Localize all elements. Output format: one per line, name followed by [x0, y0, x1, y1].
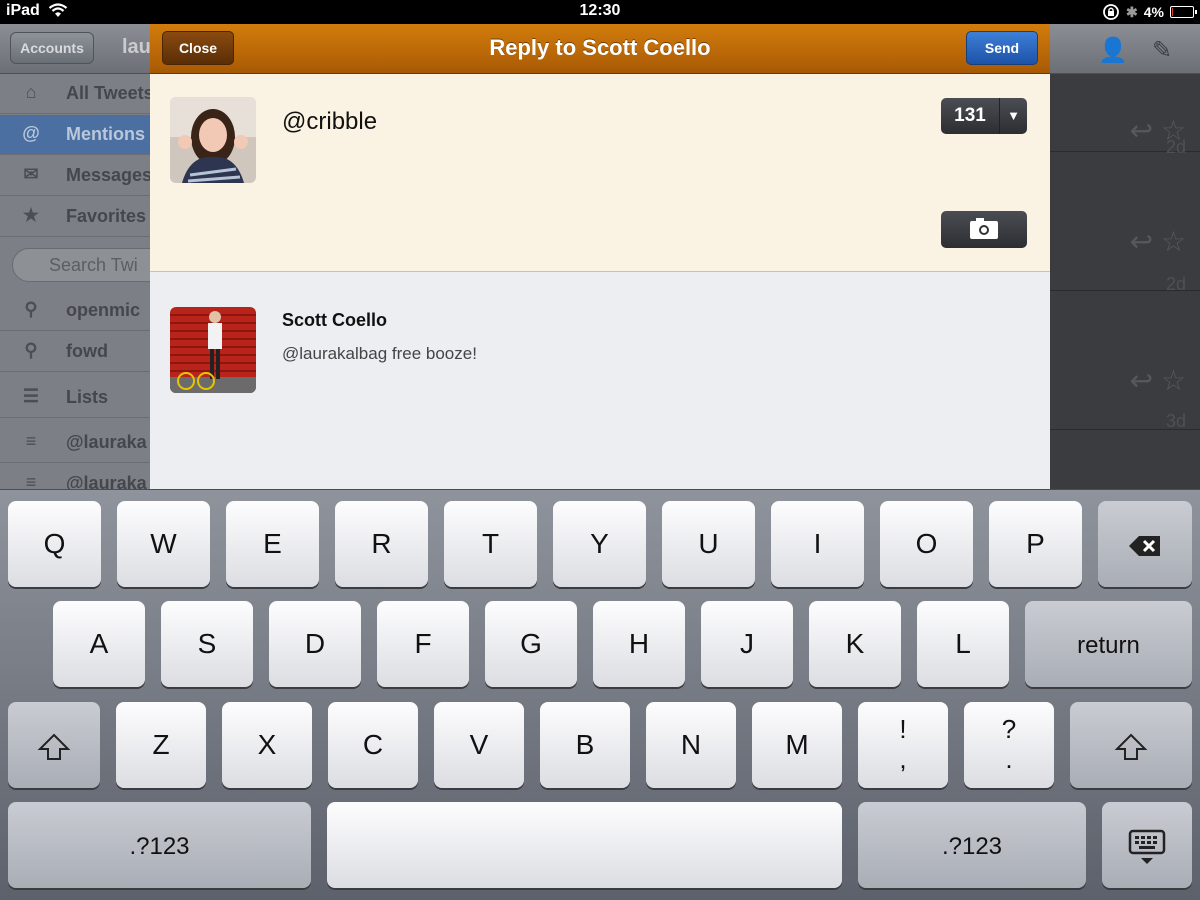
key-t[interactable]: T	[444, 501, 537, 587]
send-button[interactable]: Send	[966, 31, 1038, 65]
key-s[interactable]: S	[161, 601, 253, 687]
magnifier-icon: ⚲	[24, 299, 38, 319]
character-count: 131	[954, 105, 986, 126]
sidebar-item-favorites[interactable]: ★ Favorites	[0, 197, 150, 237]
character-count-button[interactable]: 131 ▼	[941, 98, 1027, 134]
original-tweet: Scott Coello @laurakalbag free booze!	[150, 272, 1050, 489]
key-r[interactable]: R	[335, 501, 428, 587]
timeline-cell[interactable]: ↩ ☆	[1050, 24, 1200, 152]
sidebar-item-messages[interactable]: ✉ Messages	[0, 156, 152, 196]
star-icon: ★	[22, 205, 40, 225]
numbers-key-left[interactable]: .?123	[8, 802, 311, 888]
timeline: ↩ ☆ 2d ↩ ☆ 2d ↩ ☆ 3d	[1050, 74, 1200, 489]
key-a[interactable]: A	[53, 601, 145, 687]
status-bar: iPad 12:30 ✱ 4%	[0, 0, 1200, 24]
space-key[interactable]	[327, 802, 842, 888]
compose-input[interactable]: @cribble	[282, 108, 377, 136]
chevron-down-icon: ▼	[999, 98, 1027, 134]
rotation-lock-icon	[1103, 4, 1119, 20]
tweet-author: Scott Coello	[282, 310, 388, 330]
camera-button[interactable]	[941, 211, 1027, 248]
sidebar-item-all-tweets[interactable]: ⌂ All Tweets	[0, 74, 154, 114]
at-icon: @	[22, 123, 40, 143]
envelope-icon: ✉	[23, 164, 39, 184]
key-u[interactable]: U	[662, 501, 755, 587]
lists-header: ☰ Lists	[0, 378, 150, 418]
key-m[interactable]: M	[752, 702, 842, 788]
key-e[interactable]: E	[226, 501, 319, 587]
numbers-key-right[interactable]: .?123	[858, 802, 1086, 888]
key-f[interactable]: F	[377, 601, 469, 687]
shift-key-right[interactable]	[1070, 702, 1192, 788]
key-q[interactable]: Q	[8, 501, 101, 587]
accounts-button[interactable]: Accounts	[10, 32, 94, 64]
key-x[interactable]: X	[222, 702, 312, 788]
list-icon: ≡	[25, 472, 37, 489]
timeline-cell[interactable]: 3d	[1050, 411, 1200, 489]
key-n[interactable]: N	[646, 702, 736, 788]
key-w[interactable]: W	[117, 501, 210, 587]
backspace-key[interactable]	[1098, 501, 1192, 587]
dismiss-keyboard-key[interactable]	[1102, 802, 1192, 888]
bluetooth-icon: ✱	[1126, 3, 1138, 20]
return-key[interactable]: return	[1025, 601, 1192, 687]
key-d[interactable]: D	[269, 601, 361, 687]
avatar	[170, 307, 256, 393]
timeline-cell[interactable]: 2d ↩ ☆	[1050, 137, 1200, 291]
key-g[interactable]: G	[485, 601, 577, 687]
key-l[interactable]: L	[917, 601, 1009, 687]
tweet-text: @laurakalbag free booze!	[282, 344, 477, 363]
timeline-cell[interactable]: 2d ↩ ☆	[1050, 274, 1200, 430]
key-c[interactable]: C	[328, 702, 418, 788]
onscreen-keyboard: Q W E R T Y U I O P A S D F G H J K L re…	[0, 489, 1200, 900]
saved-search-item[interactable]: ⚲ openmic	[0, 291, 150, 331]
shift-key-left[interactable]	[8, 702, 100, 788]
compose-area[interactable]: @cribble 131 ▼	[150, 74, 1050, 272]
sidebar: ⌂ All Tweets @ Mentions ✉ Messages ★ Fav…	[0, 74, 172, 489]
key-p[interactable]: P	[989, 501, 1082, 587]
key-v[interactable]: V	[434, 702, 524, 788]
list-item[interactable]: ≡ @lauraka	[0, 464, 150, 489]
key-y[interactable]: Y	[553, 501, 646, 587]
search-input[interactable]: Search Twi	[12, 248, 172, 282]
keyboard-dismiss-icon	[1128, 829, 1166, 864]
camera-icon	[970, 218, 998, 239]
sidebar-item-mentions[interactable]: @ Mentions	[0, 115, 150, 155]
key-k[interactable]: K	[809, 601, 901, 687]
list-icon: ☰	[22, 386, 40, 406]
key-h[interactable]: H	[593, 601, 685, 687]
reply-star-icons: ↩ ☆	[1129, 226, 1186, 257]
list-item[interactable]: ≡ @lauraka	[0, 423, 150, 463]
avatar	[170, 97, 256, 183]
list-icon: ≡	[25, 431, 37, 451]
key-i[interactable]: I	[771, 501, 864, 587]
shift-icon	[1114, 733, 1148, 760]
modal-header: Close Reply to Scott Coello Send	[150, 24, 1050, 74]
background-title: lau	[122, 36, 151, 58]
saved-search-item[interactable]: ⚲ fowd	[0, 332, 150, 372]
key-question-period[interactable]: ? .	[964, 702, 1054, 788]
key-o[interactable]: O	[880, 501, 973, 587]
clock: 12:30	[579, 2, 621, 19]
shift-icon	[37, 733, 71, 760]
backspace-icon	[1129, 535, 1160, 556]
key-j[interactable]: J	[701, 601, 793, 687]
key-exclamation-comma[interactable]: ! ,	[858, 702, 948, 788]
modal-title: Reply to Scott Coello	[489, 35, 711, 60]
reply-modal: Close Reply to Scott Coello Send @cribbl…	[150, 24, 1050, 489]
key-b[interactable]: B	[540, 702, 630, 788]
reply-star-icons: ↩ ☆	[1129, 365, 1186, 396]
magnifier-icon: ⚲	[24, 340, 38, 360]
key-z[interactable]: Z	[116, 702, 206, 788]
battery-icon	[1170, 6, 1197, 18]
home-icon: ⌂	[25, 82, 37, 102]
battery-percent: 4%	[1143, 4, 1164, 20]
